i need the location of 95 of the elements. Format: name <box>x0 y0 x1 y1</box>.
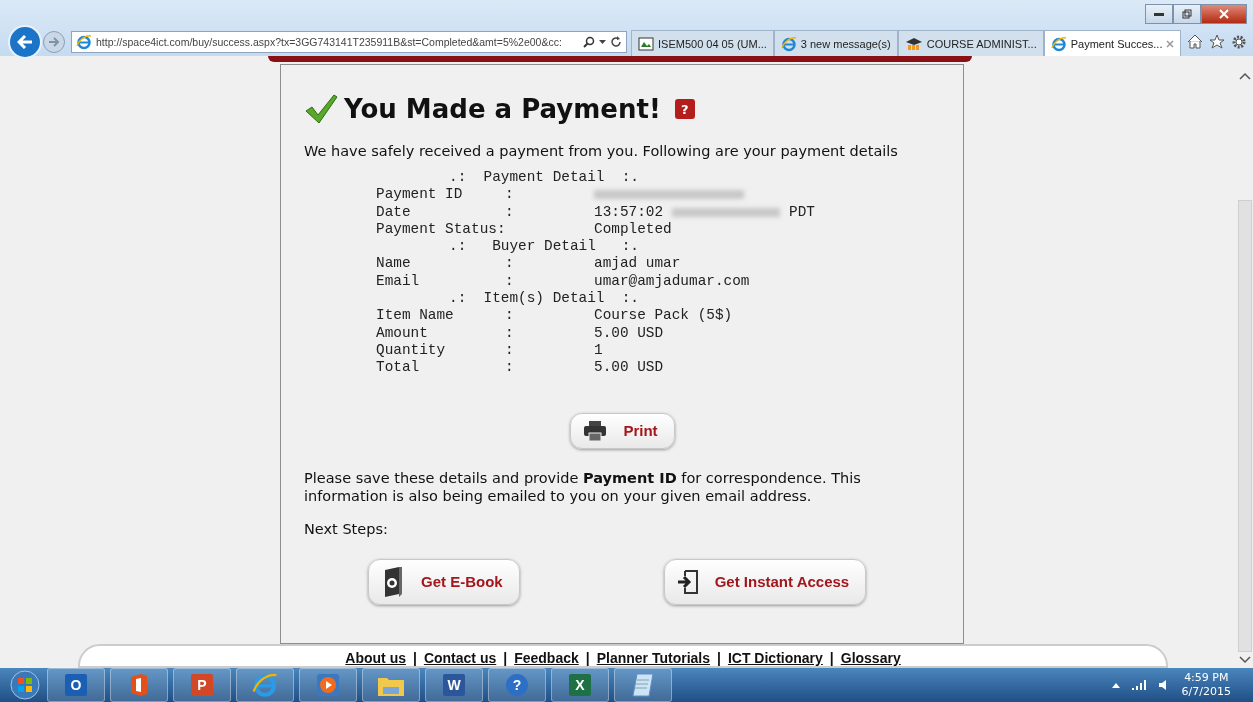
footer-link[interactable]: Planner Tutorials <box>596 650 710 666</box>
field-label: Total <box>376 359 421 377</box>
field-value: 13:57:02 <box>594 203 664 221</box>
powerpoint-icon[interactable]: P <box>191 674 213 696</box>
search-icon[interactable] <box>583 36 595 48</box>
field-value: PDT <box>789 203 815 221</box>
field-separator: : <box>505 324 514 341</box>
footer-link[interactable]: ICT Dictionary <box>727 650 823 666</box>
scrollbar-thumb[interactable] <box>1238 200 1252 652</box>
office-icon[interactable] <box>129 673 149 697</box>
close-icon <box>1219 9 1229 19</box>
notepad-icon[interactable] <box>631 672 655 698</box>
footer-separator: | <box>829 650 834 666</box>
field-label: Name <box>376 255 412 273</box>
field-separator: : <box>505 255 514 272</box>
field-label: Date <box>376 203 412 221</box>
field-separator: : <box>505 203 514 220</box>
browser-e-icon[interactable] <box>252 672 278 698</box>
field-separator: : <box>505 341 514 358</box>
footer-link[interactable]: Glossary <box>840 650 901 666</box>
browser-e-icon <box>76 34 92 50</box>
browser-e-icon <box>780 35 797 52</box>
field-label: Email <box>376 272 421 291</box>
section-title: .: Payment Detail :. <box>449 169 639 185</box>
enter-icon <box>676 568 699 595</box>
field-label: Item Name <box>376 307 455 325</box>
footer-link[interactable]: Feedback <box>514 650 579 666</box>
section-title: .: Item(s) Detail :. <box>449 290 639 307</box>
help-badge[interactable]: ? <box>674 99 695 119</box>
footer-separator: | <box>412 650 417 666</box>
field-value: 5.00 USD <box>594 324 664 342</box>
taskbar-clock[interactable]: 4:59 PM 6/7/2015 <box>1181 671 1231 699</box>
browser-e-icon <box>1050 35 1067 52</box>
footer-separator: | <box>503 650 508 666</box>
caret-icon[interactable] <box>599 40 606 44</box>
back-button[interactable] <box>8 25 42 59</box>
browser-tab[interactable]: COURSE ADMINIST... <box>897 30 1044 56</box>
minimize-icon <box>1154 12 1164 16</box>
restore-icon <box>1182 9 1192 19</box>
section-title: .: Buyer Detail :. <box>449 238 639 255</box>
signal-icon[interactable] <box>1131 680 1146 690</box>
close-button[interactable] <box>1201 4 1247 24</box>
clock-time: 4:59 PM <box>1184 671 1229 685</box>
restore-button[interactable] <box>1173 4 1201 24</box>
start-button[interactable] <box>8 670 42 700</box>
field-value: Completed <box>594 220 672 239</box>
print-button[interactable]: Print <box>570 412 675 449</box>
browser-tab[interactable]: Payment Succes... <box>1043 30 1182 56</box>
intro-text: We have safely received a payment from you. Following are your payment details <box>304 143 899 159</box>
field-separator: : <box>505 359 514 376</box>
help-icon[interactable]: ? <box>506 674 528 696</box>
home-icon[interactable] <box>1187 34 1203 49</box>
field-value: 1 <box>594 341 603 360</box>
page-heading: You Made a Payment! <box>344 94 661 124</box>
footer-separator: | <box>585 650 590 666</box>
field-value: amjad umar <box>594 255 681 273</box>
field-separator: : <box>505 272 514 289</box>
excel-icon[interactable]: X <box>569 674 591 696</box>
browser-tab[interactable]: 3 new message(s) <box>773 30 898 56</box>
arrow-right-icon <box>48 37 60 47</box>
footer-link[interactable]: Contact us <box>423 650 497 666</box>
document-icon <box>638 36 654 51</box>
scroll-up-icon[interactable] <box>1239 72 1251 80</box>
field-label: Quantity <box>376 341 447 360</box>
field-value: umar@amjadumar.com <box>594 272 750 291</box>
show-hidden-icon[interactable] <box>1111 682 1120 688</box>
footer-separator: | <box>717 650 721 666</box>
minimize-button[interactable] <box>1145 4 1173 24</box>
info-paragraph: Please save these details and provide Payment ID for correspondence. This information is also being emailed to you on your given email address. <box>304 468 862 505</box>
field-value: Course Pack (5$) <box>594 307 733 325</box>
field-value: 5.00 USD <box>594 359 664 377</box>
field-label: Payment ID <box>376 186 464 204</box>
word-icon[interactable]: W <box>443 674 465 696</box>
checkmark-icon <box>304 93 338 125</box>
play-icon[interactable] <box>316 673 340 697</box>
printer-icon <box>583 419 608 442</box>
browser-tab[interactable]: ISEM500 04 05 (UM... <box>631 30 774 56</box>
field-label: Payment Status: <box>376 220 505 239</box>
refresh-icon[interactable] <box>610 36 622 48</box>
arrow-left-icon <box>17 35 33 49</box>
field-label: Amount <box>376 324 429 342</box>
field-separator: : <box>505 307 514 324</box>
star-icon[interactable] <box>1209 34 1225 49</box>
outlook-icon[interactable]: O <box>65 674 87 696</box>
close-icon[interactable] <box>1166 39 1175 48</box>
next-steps-label: Next Steps: <box>304 520 389 537</box>
address-field[interactable]: http://space4ict.com/buy/success.aspx?tx=3GG743141T235911B&st=Completed&amt=5%2e00&cc: <box>71 31 627 53</box>
settings-icon[interactable] <box>1231 34 1247 50</box>
access-button[interactable]: Get Instant Access <box>663 558 867 605</box>
ebook-button[interactable]: Get E-Book <box>368 558 520 605</box>
footer-link[interactable]: About us <box>345 650 406 666</box>
field-separator: : <box>505 186 514 203</box>
clock-date: 6/7/2015 <box>1181 685 1231 699</box>
graduation-cap-icon <box>904 36 923 51</box>
scroll-down-icon[interactable] <box>1239 656 1251 664</box>
